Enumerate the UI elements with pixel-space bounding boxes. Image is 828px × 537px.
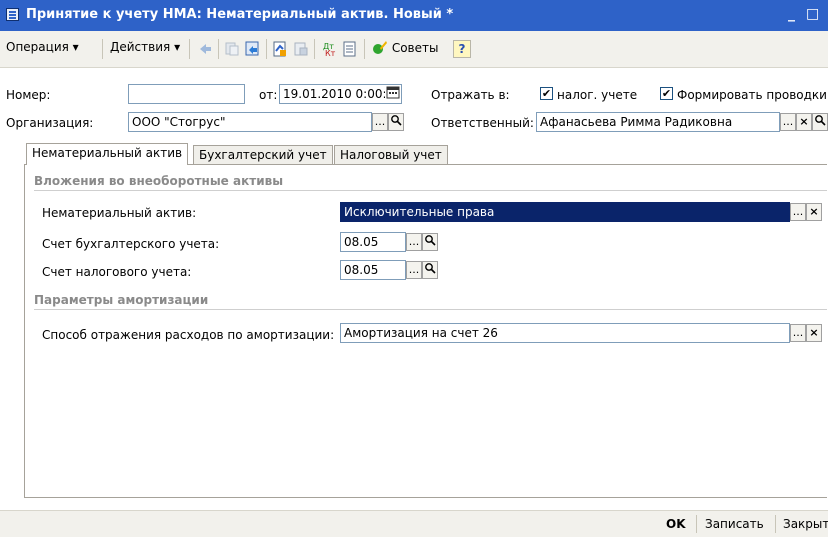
- number-label: Номер:: [6, 88, 51, 102]
- close-button[interactable]: Закрыть: [783, 517, 828, 531]
- amortization-method-field[interactable]: Амортизация на счет 26: [340, 323, 790, 343]
- structure-icon[interactable]: [293, 41, 309, 57]
- search-icon[interactable]: [388, 113, 404, 131]
- help-icon[interactable]: ?: [453, 40, 471, 58]
- document-icon: [6, 8, 19, 21]
- search-icon[interactable]: [422, 233, 438, 251]
- window-title: Принятие к учету НМА: Нематериальный акт…: [26, 7, 454, 22]
- toolbar: Операция ▾ Действия ▾ Дт Кт Советы ?: [0, 31, 828, 68]
- dropdown-arrow-icon: ▾: [174, 40, 181, 54]
- amortization-section-title: Параметры амортизации: [34, 293, 209, 307]
- select-tax-account-button[interactable]: ...: [406, 261, 422, 279]
- toolbar-divider: [266, 39, 267, 59]
- number-field[interactable]: [128, 84, 245, 104]
- tab-accounting[interactable]: Бухгалтерский учет: [193, 145, 333, 165]
- accounting-account-field[interactable]: 08.05: [340, 232, 406, 252]
- investments-section-title: Вложения во внеоборотные активы: [34, 174, 284, 188]
- actions-menu[interactable]: Действия ▾: [110, 40, 180, 54]
- reflect-label: Отражать в:: [431, 88, 510, 102]
- responsible-field[interactable]: Афанасьева Римма Радиковна: [536, 112, 780, 132]
- dropdown-arrow-icon: ▾: [72, 40, 79, 54]
- title-bar: Принятие к учету НМА: Нематериальный акт…: [0, 0, 828, 31]
- organization-label: Организация:: [6, 116, 94, 130]
- toolbar-divider: [314, 39, 315, 59]
- date-label: от:: [259, 88, 278, 102]
- document-list-icon[interactable]: [342, 41, 358, 57]
- bottom-button-bar: OK Записать Закрыть: [0, 510, 828, 537]
- amortization-method-label: Способ отражения расходов по амортизации…: [42, 328, 335, 342]
- toolbar-divider: [364, 39, 365, 59]
- tax-accounting-label: налог. учете: [557, 88, 638, 102]
- clear-icon[interactable]: ×: [796, 113, 812, 131]
- date-field[interactable]: 19.01.2010 0:00:00: [279, 84, 402, 104]
- postings-checkbox[interactable]: ✔: [660, 87, 673, 100]
- intangible-asset-field[interactable]: Исключительные права: [340, 202, 790, 222]
- toolbar-divider: [189, 39, 190, 59]
- calendar-icon[interactable]: [385, 85, 401, 103]
- tab-intangible-asset[interactable]: Нематериальный актив: [26, 143, 189, 165]
- accounting-account-label: Счет бухгалтерского учета:: [42, 237, 220, 251]
- clear-icon[interactable]: ×: [806, 203, 822, 221]
- tips-icon: [372, 39, 388, 58]
- report-icon[interactable]: [272, 41, 288, 57]
- select-account-button[interactable]: ...: [406, 233, 422, 251]
- button-divider: [775, 515, 776, 533]
- tax-account-field[interactable]: 08.05: [340, 260, 406, 280]
- intangible-asset-label: Нематериальный актив:: [42, 206, 197, 220]
- save-button[interactable]: Записать: [705, 517, 764, 531]
- ok-button[interactable]: OK: [666, 517, 686, 531]
- maximize-button[interactable]: □: [806, 6, 819, 22]
- date-value: 19.01.2010 0:00:00: [283, 87, 402, 101]
- section-divider: [34, 309, 827, 310]
- section-divider: [34, 190, 827, 191]
- select-amortization-button[interactable]: ...: [790, 324, 806, 342]
- select-intangible-button[interactable]: ...: [790, 203, 806, 221]
- clear-icon[interactable]: ×: [806, 324, 822, 342]
- tax-account-label: Счет налогового учета:: [42, 265, 192, 279]
- toolbar-divider: [218, 39, 219, 59]
- copy-icon[interactable]: [224, 41, 240, 57]
- tips-button[interactable]: Советы: [372, 39, 438, 58]
- tab-tax-accounting[interactable]: Налоговый учет: [334, 145, 448, 165]
- organization-field[interactable]: ООО "Стогрус": [128, 112, 372, 132]
- tax-accounting-checkbox[interactable]: ✔: [540, 87, 553, 100]
- search-icon[interactable]: [422, 261, 438, 279]
- svg-text:Кт: Кт: [325, 49, 336, 57]
- button-divider: [696, 515, 697, 533]
- post-document-icon[interactable]: [245, 41, 261, 57]
- postings-label: Формировать проводки: [677, 88, 827, 102]
- back-arrow-icon[interactable]: [197, 41, 213, 57]
- toolbar-divider: [102, 39, 103, 59]
- debit-credit-icon[interactable]: Дт Кт: [320, 41, 336, 58]
- select-organization-button[interactable]: ...: [372, 113, 388, 131]
- search-icon[interactable]: [812, 113, 828, 131]
- minimize-button[interactable]: _: [788, 6, 795, 22]
- operation-menu[interactable]: Операция ▾: [6, 40, 79, 54]
- responsible-label: Ответственный:: [431, 116, 534, 130]
- select-responsible-button[interactable]: ...: [780, 113, 796, 131]
